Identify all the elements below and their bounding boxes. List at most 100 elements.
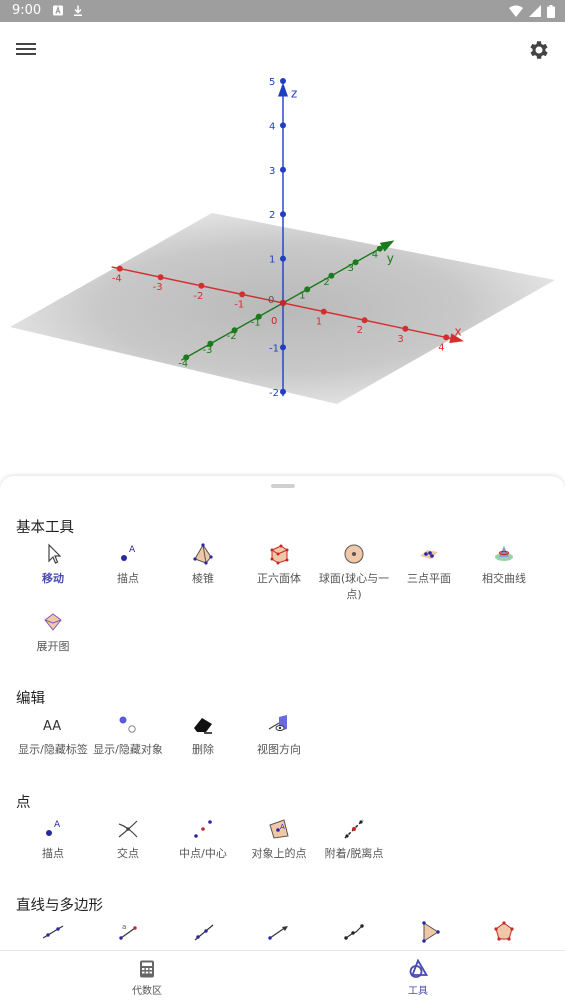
tool-sphere[interactable]: 球面(球心与一点) — [316, 542, 392, 603]
tool-label: 描点 — [117, 572, 139, 585]
origin-point[interactable] — [279, 299, 287, 307]
point-icon: A — [121, 545, 136, 561]
tool-vector[interactable] — [241, 920, 317, 949]
tool-regular-polygon[interactable] — [466, 920, 542, 949]
view-direction-icon — [268, 715, 287, 731]
nav-algebra[interactable]: 代数区 — [107, 959, 187, 997]
z-tick-mark — [280, 166, 286, 173]
regular-polygon-icon — [494, 921, 514, 941]
nav-tools-label: 工具 — [408, 986, 428, 997]
z-tick-label: 5 — [269, 77, 275, 88]
x-tick-label: -2 — [193, 291, 203, 302]
tool-show-hide-object[interactable]: 显示/隐藏对象 — [90, 713, 166, 758]
tools-icon — [409, 959, 428, 978]
y-tick-label: -3 — [202, 345, 212, 356]
z-tick-label: 4 — [269, 121, 275, 132]
label-icon: AA — [43, 719, 61, 734]
tool-point[interactable]: A 描点 — [90, 542, 166, 587]
tool-point-on-object[interactable]: A 对象上的点 — [241, 817, 317, 862]
x-tick-mark — [239, 291, 246, 298]
menu-line-icon — [16, 48, 36, 50]
tool-label: 显示/隐藏对象 — [93, 743, 163, 756]
tool-label: 对象上的点 — [251, 847, 307, 860]
tool-label: 描点 — [42, 847, 64, 860]
section-title: 编辑 — [16, 691, 45, 707]
menu-line-icon — [16, 43, 36, 45]
x-axis-label: x — [455, 324, 462, 338]
tool-segment[interactable]: a — [90, 920, 166, 949]
tool-label: 交点 — [117, 847, 139, 860]
calculator-icon — [140, 960, 154, 978]
intersect-icon — [118, 820, 138, 838]
midpoint-icon — [194, 820, 212, 838]
tool-label: 球面(球心与一点) — [318, 572, 390, 601]
y-tick-label: 2 — [323, 277, 329, 288]
graphics-3d-view[interactable]: -4 -3 -2 -1 1 2 3 4 -4 -3 -2 -1 1 2 3 4 -2 -1 1 2 3 4 5 0 0 x y z — [0, 22, 565, 477]
attach-detach-icon — [344, 819, 364, 839]
x-tick-label: -4 — [112, 274, 122, 285]
download-icon — [74, 5, 82, 16]
z-tick-label: 2 — [269, 210, 275, 221]
tools-panel[interactable]: 基本工具 移动 A 描点 棱锥 正六面体 球面(球心与一点) 三点平面 相交曲线 展开图 编辑 AA 显… — [0, 476, 565, 950]
x-tick-mark — [402, 325, 409, 332]
tool-net[interactable]: 展开图 — [15, 610, 91, 655]
tool-point[interactable]: A 描点 — [15, 817, 91, 862]
x-tick-mark — [320, 308, 327, 315]
z-tick-label: -1 — [269, 343, 279, 354]
graphics-canvas[interactable]: -4 -3 -2 -1 1 2 3 4 -4 -3 -2 -1 1 2 3 4 -2 -1 1 2 3 4 5 0 0 x y z — [0, 22, 565, 477]
tool-intersect-curve[interactable]: 相交曲线 — [466, 542, 542, 587]
notification-a-icon — [53, 5, 63, 16]
point-on-object-icon: A — [269, 819, 289, 839]
tool-polyline[interactable] — [316, 920, 392, 949]
tool-polygon[interactable] — [391, 920, 467, 949]
tool-plane-three-points[interactable]: 三点平面 — [391, 542, 467, 587]
tool-label[interactable]: AA 显示/隐藏标签 — [15, 713, 91, 758]
x-tick-mark — [361, 317, 368, 324]
z-tick-label: 1 — [269, 255, 275, 266]
menu-button[interactable] — [14, 40, 38, 60]
svg-text:A: A — [280, 823, 285, 831]
tool-attach-detach[interactable]: 附着/脱离点 — [316, 817, 392, 862]
y-tick-label: -2 — [227, 331, 237, 342]
nav-tools[interactable]: 工具 — [378, 959, 458, 997]
tool-line[interactable] — [15, 920, 91, 949]
sheet-drag-handle[interactable] — [271, 484, 295, 488]
tool-move-arrow[interactable]: 移动 — [15, 542, 91, 587]
status-bar: 9:00 — [0, 0, 565, 22]
settings-gear-icon[interactable] — [527, 38, 551, 62]
status-time: 9:00 — [12, 3, 42, 18]
svg-text:A: A — [129, 545, 136, 555]
x-tick-label: -1 — [234, 299, 244, 310]
z-tick-label: 3 — [269, 166, 275, 177]
y-tick-label: -4 — [178, 358, 188, 369]
sphere-icon — [344, 544, 364, 564]
tool-label: 删除 — [192, 743, 214, 756]
tool-ray[interactable] — [165, 920, 241, 949]
line-icon — [42, 925, 64, 939]
section-title: 点 — [16, 795, 31, 811]
svg-text:AA: AA — [43, 719, 61, 734]
point-icon: A — [46, 820, 61, 836]
bottom-navigation: 代数区 工具 — [0, 950, 565, 1004]
tool-midpoint[interactable]: 中点/中心 — [165, 817, 241, 862]
origin-label: 0 — [268, 295, 274, 306]
tool-label: 三点平面 — [407, 572, 451, 585]
x-tick-label: 2 — [357, 325, 363, 336]
tool-cube[interactable]: 正六面体 — [241, 542, 317, 587]
tool-view-direction[interactable]: 视图方向 — [241, 713, 317, 758]
y-tick-label: 3 — [348, 263, 354, 274]
wifi-icon — [509, 5, 523, 17]
tool-pyramid[interactable]: 棱锥 — [165, 542, 241, 587]
vector-icon — [268, 926, 288, 940]
x-tick-label: 4 — [438, 342, 444, 353]
tool-eraser[interactable]: 删除 — [165, 713, 241, 758]
tool-intersect[interactable]: 交点 — [90, 817, 166, 862]
tool-label: 显示/隐藏标签 — [18, 743, 88, 756]
show-hide-object-icon — [119, 716, 136, 733]
z-tick-mark — [280, 255, 286, 262]
y-axis-label: y — [387, 251, 394, 265]
battery-icon — [547, 4, 555, 18]
polyline-icon — [344, 924, 364, 940]
tool-label: 相交曲线 — [482, 572, 526, 585]
x-tick-label: -3 — [153, 282, 163, 293]
